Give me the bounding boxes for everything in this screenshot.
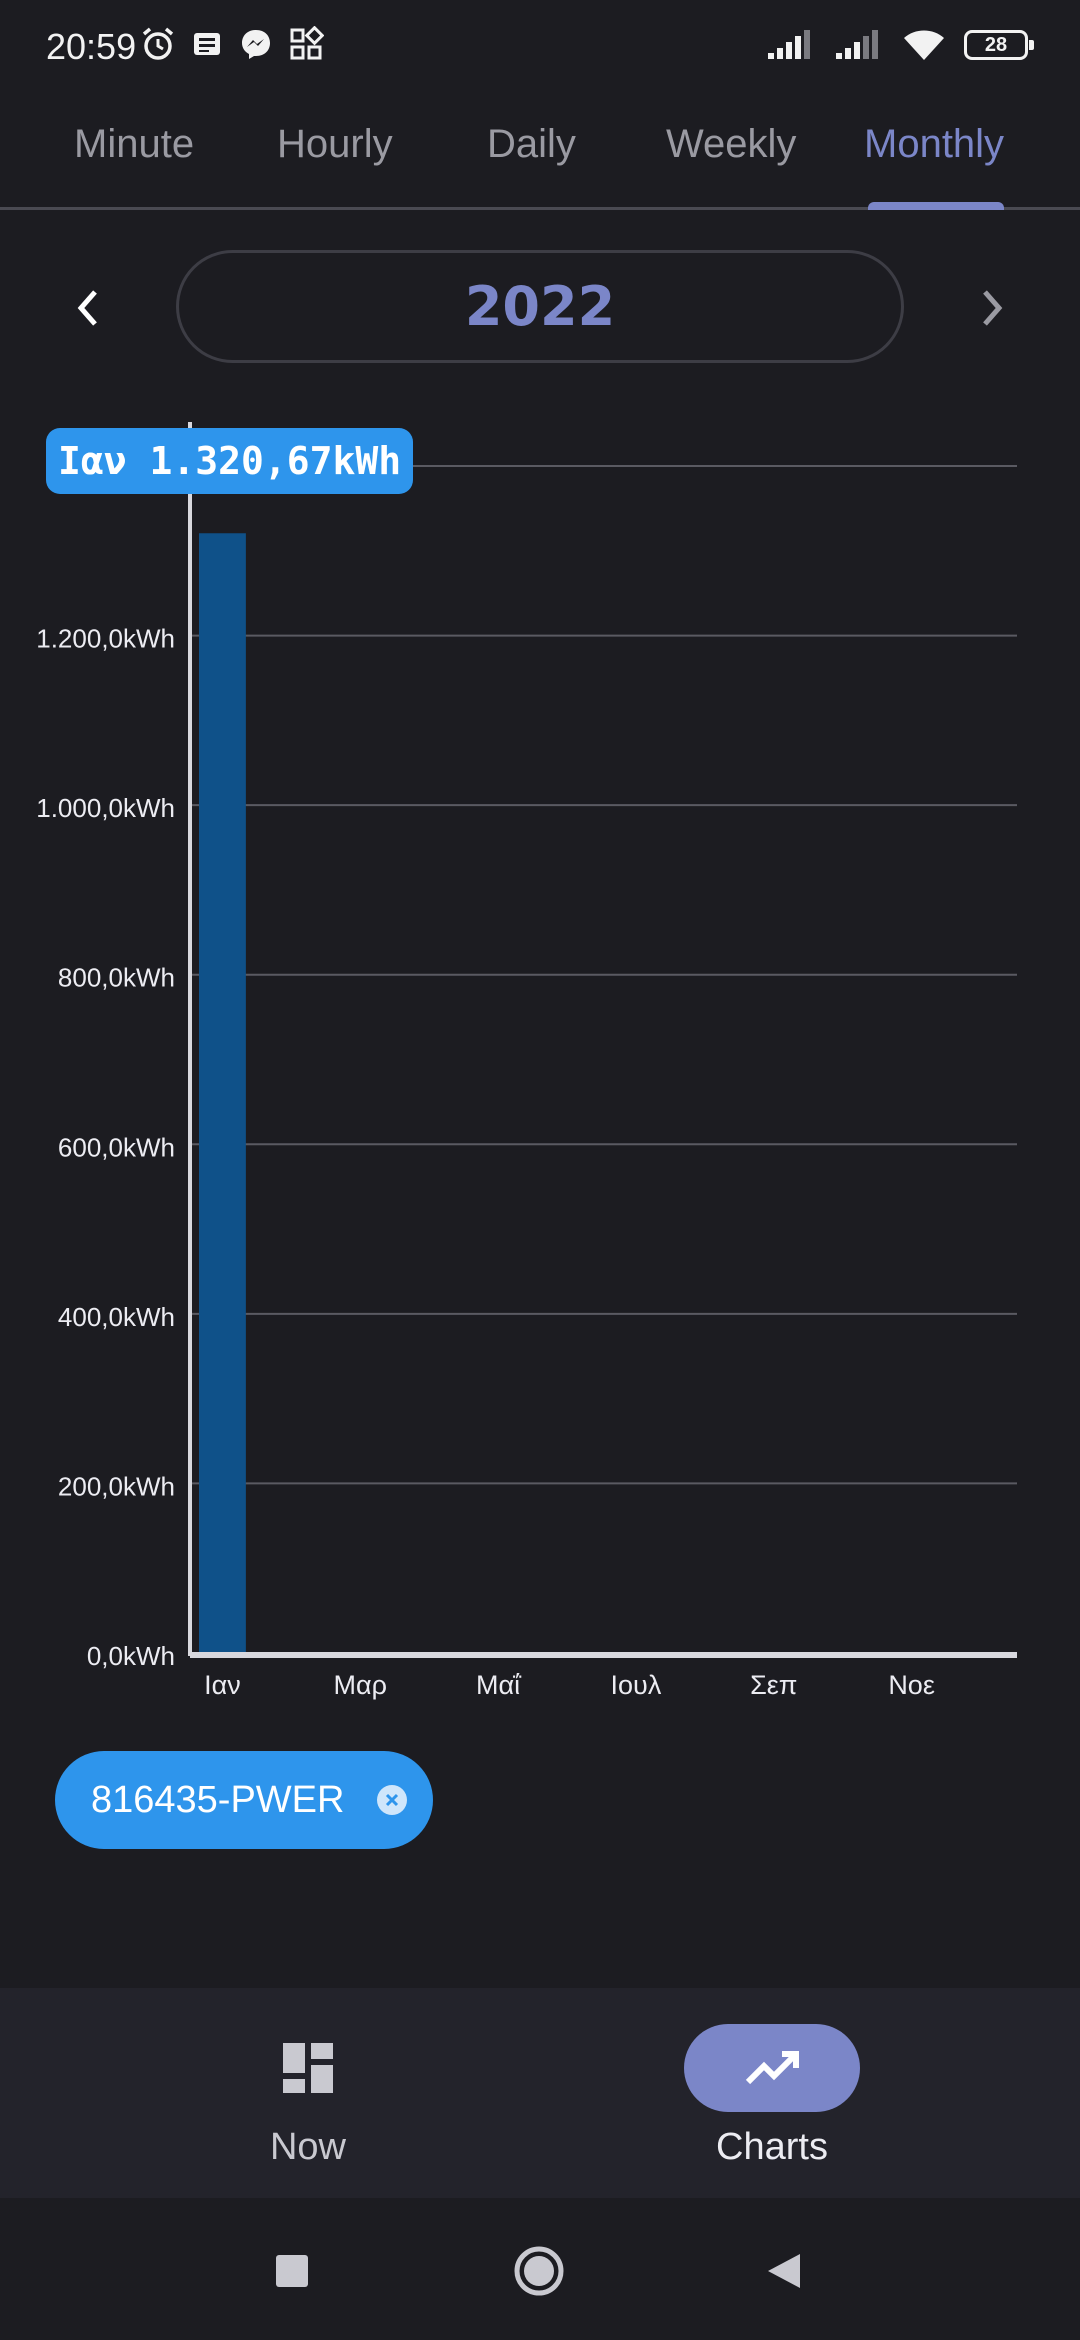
chevron-right-icon <box>983 290 1003 326</box>
system-navigation <box>0 2198 1080 2340</box>
x-tick-label-1: Μαρ <box>334 1670 387 1700</box>
trending-up-icon <box>745 2051 799 2085</box>
bottom-navigation: Now Charts <box>0 1988 1080 2198</box>
apps-grid-icon <box>290 26 324 60</box>
previous-year-button[interactable] <box>60 280 116 336</box>
circle-icon <box>514 2246 564 2296</box>
bar-tooltip: Ιαν 1.320,67kWh <box>46 428 414 494</box>
y-tick-label-4: 800,0kWh <box>58 963 175 993</box>
bar-0 <box>199 533 246 1653</box>
chart-svg: 0,0kWh 200,0kWh 400,0kWh 600,0kWh 800,0kWh 1.… <box>36 422 1017 1700</box>
nav-label-now: Now <box>269 2126 347 2168</box>
monthly-energy-chart[interactable]: 0,0kWh 200,0kWh 400,0kWh 600,0kWh 800,0kWh 1.… <box>0 410 1080 1700</box>
y-tick-label-1: 200,0kWh <box>58 1471 175 1501</box>
tab-indicator <box>868 202 1004 210</box>
nav-item-charts[interactable]: Charts <box>622 1988 922 2198</box>
x-tick-label-4: Σεπ <box>750 1670 797 1700</box>
nav-item-now[interactable]: Now <box>158 1988 458 2198</box>
year-selector: 2022 <box>0 250 1080 365</box>
tab-hourly[interactable]: Hourly <box>277 122 393 167</box>
x-tick-label-0: Ιαν <box>204 1670 241 1700</box>
recents-button[interactable] <box>265 2244 319 2298</box>
triangle-back-icon <box>768 2254 800 2288</box>
alarm-icon <box>142 27 174 60</box>
home-button[interactable] <box>512 2244 566 2298</box>
status-time: 20:59 <box>46 26 137 67</box>
y-tick-label-2: 400,0kWh <box>58 1302 175 1332</box>
x-tick-label-5: Νοε <box>888 1670 935 1700</box>
status-notification-icons <box>140 26 324 62</box>
news-icon <box>194 33 220 55</box>
tab-minute[interactable]: Minute <box>74 122 194 167</box>
year-display[interactable]: 2022 <box>176 250 904 363</box>
status-system-icons: 28 <box>766 28 1034 62</box>
period-tabs: Minute Hourly Daily Weekly Monthly <box>0 100 1080 210</box>
next-year-button[interactable] <box>964 280 1020 336</box>
wifi-icon <box>904 30 944 60</box>
nav-icon-wrap-now <box>220 2024 396 2112</box>
y-tick-label-3: 600,0kWh <box>58 1132 175 1162</box>
messenger-icon <box>242 30 270 59</box>
signal-icon <box>768 30 810 59</box>
square-icon <box>276 2255 308 2287</box>
signal-icon-2 <box>836 30 878 59</box>
tab-weekly[interactable]: Weekly <box>666 122 796 167</box>
tab-monthly[interactable]: Monthly <box>864 122 1004 167</box>
back-button[interactable] <box>757 2244 811 2298</box>
nav-label-charts: Charts <box>716 2126 828 2168</box>
dashboard-icon <box>283 2043 333 2093</box>
meter-chip[interactable]: 816435-PWER <box>55 1751 433 1849</box>
y-tick-label-6: 1.200,0kWh <box>36 624 175 654</box>
x-tick-label-3: Ιουλ <box>611 1670 662 1700</box>
y-tick-label-5: 1.000,0kWh <box>36 793 175 823</box>
status-bar: 20:59 28 <box>0 0 1080 100</box>
y-tick-label-0: 0,0kWh <box>87 1641 175 1671</box>
x-tick-label-2: Μαΐ <box>476 1670 522 1700</box>
chevron-left-icon <box>77 290 97 326</box>
meter-chip-label: 816435-PWER <box>91 1778 345 1821</box>
app-screen: 20:59 28 Minute Hourly Daily Weekly Mont… <box>0 0 1080 2340</box>
battery-icon: 28 <box>964 30 1034 60</box>
chip-close-icon[interactable] <box>377 1785 407 1815</box>
tab-daily[interactable]: Daily <box>487 122 576 167</box>
nav-icon-wrap-charts <box>684 2024 860 2112</box>
